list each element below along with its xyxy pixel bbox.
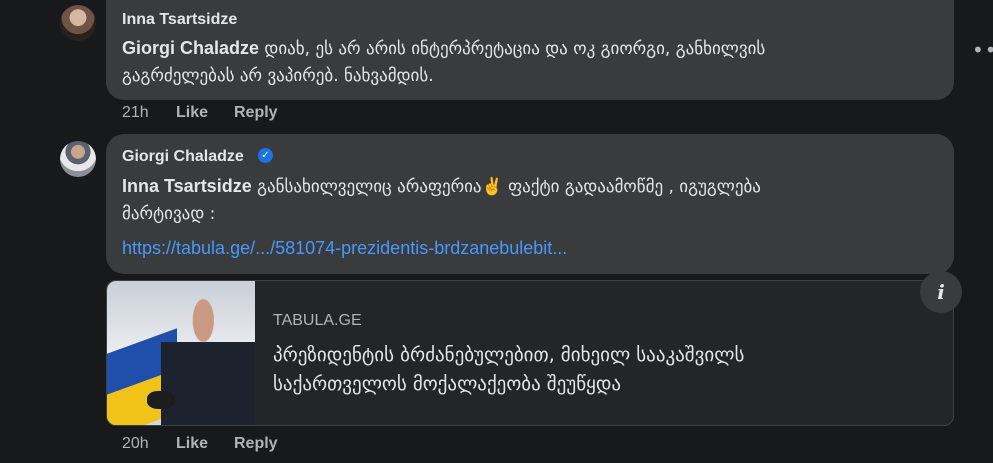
- link-preview-card[interactable]: TABULA.GE პრეზიდენტის ბრძანებულებით, მიხ…: [106, 280, 954, 426]
- person-silhouette: [161, 291, 255, 425]
- comment-text-line: დიახ, ეს არ არის ინტერპრეტაცია და ოკ გიო…: [259, 39, 766, 59]
- mention-link[interactable]: Inna Tsartsidze: [122, 176, 252, 196]
- comment-text-line: მარტივად :: [122, 204, 216, 224]
- more-options-icon[interactable]: •••: [972, 38, 993, 62]
- mention-link[interactable]: Giorgi Chaladze: [122, 38, 259, 58]
- reply-button[interactable]: Reply: [234, 104, 278, 122]
- comment-timestamp[interactable]: 20h: [122, 435, 149, 453]
- info-icon[interactable]: i: [920, 271, 962, 313]
- comment-text-line: განსახილველიც არაფერია✌️ ფაქტი გადაამოწმ…: [251, 177, 761, 197]
- comment-text-giorgi: Inna Tsartsidze განსახილველიც არაფერია✌️…: [122, 172, 761, 201]
- like-button[interactable]: Like: [176, 104, 208, 122]
- comment-author-inna[interactable]: Inna Tsartsidze: [122, 11, 237, 29]
- preview-image[interactable]: [107, 281, 255, 425]
- comment-text-line: გაგრძელებას არ ვაპირებ. ნახვამდის.: [122, 66, 434, 86]
- headline-line: საქართველოს მოქალაქეობა შეუწყდა: [273, 373, 622, 395]
- preview-headline[interactable]: პრეზიდენტის ბრძანებულებით, მიხეილ სააკაშ…: [273, 341, 933, 399]
- headline-line: პრეზიდენტის ბრძანებულებით, მიხეილ სააკაშ…: [273, 344, 745, 366]
- avatar-giorgi[interactable]: [60, 141, 96, 177]
- article-link[interactable]: https://tabula.ge/.../581074-prezidentis…: [122, 238, 567, 259]
- like-button[interactable]: Like: [176, 435, 208, 453]
- comment-text-inna: Giorgi Chaladze დიახ, ეს არ არის ინტერპრ…: [122, 34, 765, 63]
- reply-button[interactable]: Reply: [234, 435, 278, 453]
- preview-domain: TABULA.GE: [273, 312, 362, 329]
- comment-timestamp[interactable]: 21h: [122, 104, 149, 122]
- avatar-inna[interactable]: [60, 5, 96, 41]
- comment-author-giorgi[interactable]: Giorgi Chaladze: [122, 148, 244, 166]
- microphone-shape: [147, 391, 175, 409]
- verified-badge-icon: ✓: [258, 148, 273, 163]
